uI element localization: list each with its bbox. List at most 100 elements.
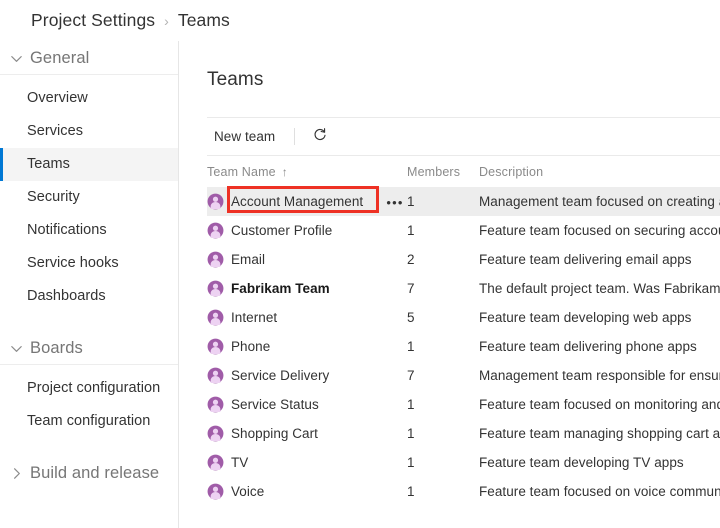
- column-header-team-name[interactable]: Team Name ↑: [207, 156, 407, 187]
- table-row[interactable]: TV 1 Feature team developing TV apps: [207, 448, 720, 477]
- cell-description: Feature team focused on voice communic: [479, 477, 720, 506]
- breadcrumb-root-link[interactable]: Project Settings: [31, 10, 155, 31]
- cell-description: Feature team focused on securing account: [479, 216, 720, 245]
- cell-team-name[interactable]: Customer Profile: [207, 216, 407, 245]
- page-title: Teams: [207, 68, 264, 90]
- settings-sidebar: General Overview Services Teams Security…: [0, 41, 179, 528]
- team-avatar-icon: [207, 425, 224, 442]
- sidebar-item-overview[interactable]: Overview: [0, 82, 178, 115]
- new-team-button[interactable]: New team: [207, 124, 283, 149]
- team-avatar-icon: [207, 454, 224, 471]
- sidebar-item-dashboards[interactable]: Dashboards: [0, 280, 178, 313]
- sidebar-group-build-and-release[interactable]: Build and release: [0, 457, 178, 490]
- cell-team-name[interactable]: TV: [207, 448, 407, 477]
- cell-description: The default project team. Was Fabrikam F…: [479, 274, 720, 303]
- toolbar-divider: [294, 128, 296, 146]
- main-content: Teams New team Team Name ↑ Members Descr…: [179, 41, 720, 528]
- teams-table: Team Name ↑ Members Description Account …: [207, 156, 720, 506]
- team-avatar-icon: [207, 396, 224, 413]
- team-avatar-icon: [207, 483, 224, 500]
- sidebar-item-label: Service hooks: [27, 255, 119, 272]
- sidebar-group-general[interactable]: General: [0, 42, 178, 75]
- cell-members-count: 1: [407, 426, 415, 442]
- description-text: Management team focused on creating and: [479, 194, 720, 210]
- cell-description: Feature team delivering phone apps: [479, 332, 720, 361]
- cell-members-count: 1: [407, 397, 415, 413]
- sidebar-item-security[interactable]: Security: [0, 181, 178, 214]
- table-row[interactable]: Account Management ••• 1 Management team…: [207, 186, 720, 217]
- description-text: Management team responsible for ensure: [479, 368, 720, 384]
- sidebar-item-label: Dashboards: [27, 288, 106, 305]
- team-name-label: Email: [231, 252, 266, 268]
- table-row[interactable]: Voice 1 Feature team focused on voice co…: [207, 477, 720, 506]
- cell-members-count: 1: [407, 339, 415, 355]
- sort-ascending-icon: ↑: [281, 164, 288, 179]
- sidebar-item-project-configuration[interactable]: Project configuration: [0, 372, 178, 405]
- breadcrumb-current[interactable]: Teams: [178, 10, 230, 31]
- cell-members-count: 1: [407, 455, 415, 471]
- description-text: Feature team delivering phone apps: [479, 339, 697, 355]
- cell-description: Feature team managing shopping cart app: [479, 419, 720, 448]
- team-avatar-icon: [207, 338, 224, 355]
- column-header-description[interactable]: Description: [479, 156, 720, 187]
- cell-description: Feature team delivering email apps: [479, 245, 720, 274]
- description-text: Feature team focused on securing account: [479, 223, 720, 239]
- cell-team-name[interactable]: Fabrikam Team: [207, 274, 407, 303]
- sidebar-item-teams[interactable]: Teams: [0, 148, 178, 181]
- sidebar-item-label: Notifications: [27, 222, 107, 239]
- table-header-row: Team Name ↑ Members Description: [207, 156, 720, 187]
- column-header-label: Members: [407, 164, 461, 179]
- sidebar-item-team-configuration[interactable]: Team configuration: [0, 405, 178, 438]
- table-row[interactable]: Service Delivery 7 Management team respo…: [207, 361, 720, 390]
- table-row[interactable]: Fabrikam Team 7 The default project team…: [207, 274, 720, 303]
- sidebar-item-service-hooks[interactable]: Service hooks: [0, 247, 178, 280]
- sidebar-item-label: Team configuration: [27, 413, 151, 430]
- team-avatar-icon: [207, 280, 224, 297]
- cell-team-name[interactable]: Account Management •••: [207, 186, 407, 217]
- team-name-label: Internet: [231, 310, 278, 326]
- cell-description: Feature team developing TV apps: [479, 448, 720, 477]
- cell-team-name[interactable]: Phone: [207, 332, 407, 361]
- teams-toolbar: New team: [207, 117, 720, 157]
- cell-members-count: 1: [407, 484, 415, 500]
- table-row[interactable]: Service Status 1 Feature team focused on…: [207, 390, 720, 419]
- more-actions-icon[interactable]: •••: [385, 193, 405, 211]
- team-avatar-icon: [207, 367, 224, 384]
- sidebar-item-services[interactable]: Services: [0, 115, 178, 148]
- team-name-label: Shopping Cart: [231, 426, 318, 442]
- cell-team-name[interactable]: Internet: [207, 303, 407, 332]
- sidebar-item-label: Overview: [27, 90, 88, 107]
- cell-team-name[interactable]: Shopping Cart: [207, 419, 407, 448]
- description-text: Feature team managing shopping cart app: [479, 426, 720, 442]
- chevron-down-icon: [9, 341, 24, 356]
- cell-description: Feature team developing web apps: [479, 303, 720, 332]
- chevron-down-icon: [9, 51, 24, 66]
- table-row[interactable]: Shopping Cart 1 Feature team managing sh…: [207, 419, 720, 448]
- column-header-label: Description: [479, 164, 544, 179]
- team-name-label: Service Status: [231, 397, 319, 413]
- team-name-label: Fabrikam Team: [231, 281, 330, 297]
- description-text: Feature team delivering email apps: [479, 252, 692, 268]
- sidebar-item-notifications[interactable]: Notifications: [0, 214, 178, 247]
- team-name-label: Voice: [231, 484, 265, 500]
- team-avatar-icon: [207, 193, 224, 210]
- refresh-button[interactable]: [307, 124, 333, 150]
- sidebar-group-boards[interactable]: Boards: [0, 332, 178, 365]
- sidebar-item-label: Teams: [27, 156, 70, 173]
- table-row[interactable]: Internet 5 Feature team developing web a…: [207, 303, 720, 332]
- sidebar-group-label: Boards: [30, 338, 83, 357]
- table-row[interactable]: Phone 1 Feature team delivering phone ap…: [207, 332, 720, 361]
- cell-team-name[interactable]: Service Status: [207, 390, 407, 419]
- team-avatar-icon: [207, 222, 224, 239]
- cell-members-count: 1: [407, 223, 415, 239]
- refresh-icon: [312, 127, 328, 146]
- table-row[interactable]: Email 2 Feature team delivering email ap…: [207, 245, 720, 274]
- cell-team-name[interactable]: Email: [207, 245, 407, 274]
- cell-team-name[interactable]: Voice: [207, 477, 407, 506]
- team-name-label: Phone: [231, 339, 271, 355]
- table-row[interactable]: Customer Profile 1 Feature team focused …: [207, 216, 720, 245]
- cell-team-name[interactable]: Service Delivery: [207, 361, 407, 390]
- column-header-members[interactable]: Members: [407, 156, 479, 187]
- cell-members-count: 7: [407, 368, 415, 384]
